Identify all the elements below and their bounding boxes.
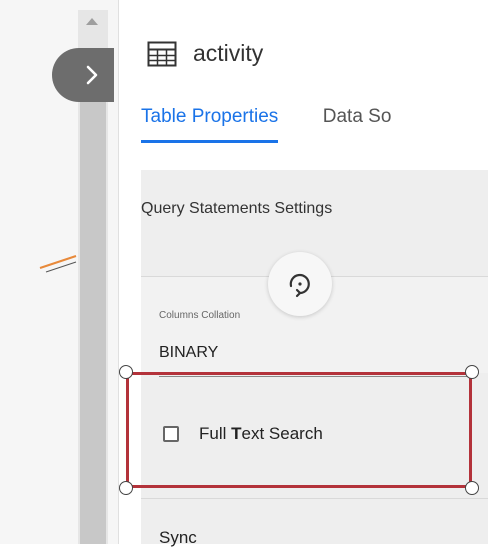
- columns-collation-select[interactable]: BINARY: [159, 344, 218, 362]
- rotate-icon: [289, 273, 310, 298]
- sync-section-header[interactable]: Sync: [159, 528, 197, 548]
- columns-collation-label: Columns Collation: [159, 310, 241, 321]
- rotate-button[interactable]: [268, 252, 332, 316]
- collapse-panel-button[interactable]: [52, 48, 114, 102]
- resize-handle-bottom-left[interactable]: [119, 481, 133, 495]
- table-icon: [147, 41, 177, 66]
- resize-handle-bottom-right[interactable]: [465, 481, 479, 495]
- query-statements-settings-header[interactable]: Query Statements Settings: [141, 200, 332, 218]
- tab-bar: Table Properties Data So: [141, 100, 488, 148]
- resize-handle-top-left[interactable]: [119, 365, 133, 379]
- sync-divider: [141, 498, 488, 499]
- tab-table-properties[interactable]: Table Properties: [141, 100, 279, 143]
- resize-handle-top-right[interactable]: [465, 365, 479, 379]
- panel-header: activity: [147, 40, 263, 67]
- scroll-up-arrow-icon[interactable]: [86, 18, 98, 25]
- panel-title: activity: [193, 40, 264, 66]
- tab-data-source[interactable]: Data So: [323, 100, 392, 140]
- selection-highlight: [126, 372, 472, 488]
- chevron-right-icon: [86, 65, 98, 85]
- vertical-scrollbar-thumb[interactable]: [80, 50, 106, 544]
